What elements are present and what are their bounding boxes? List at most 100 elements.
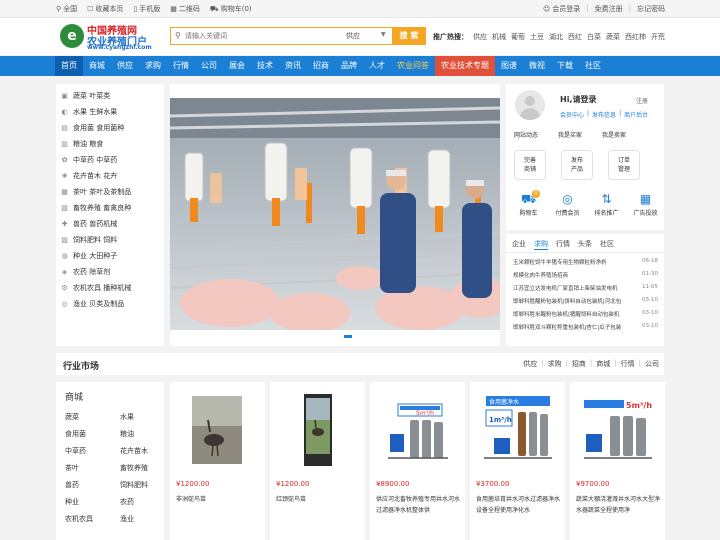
hot-keyword[interactable]: 葡萄 — [511, 32, 525, 42]
mall-category-link[interactable]: 畜牧养殖 — [120, 463, 160, 473]
category-item[interactable]: ◈ 农药 除草剂 — [56, 264, 164, 280]
nav-gallery[interactable]: 图谱 — [495, 56, 523, 76]
category-item[interactable]: ◍ 种业 大田种子 — [56, 248, 164, 264]
search-type-select[interactable]: 供应 — [346, 31, 360, 41]
news-title[interactable]: 规模化肉牛养殖场招商 — [513, 271, 629, 284]
news-title[interactable]: 邯郸科胜米醒粉包装机|猪醒饲料自动包装机 — [513, 310, 629, 323]
mall-category-link[interactable]: 农机农具 — [65, 514, 120, 524]
product-image[interactable]: 5m³/h — [580, 390, 655, 470]
nav-mall[interactable]: 商城 — [83, 56, 111, 76]
product-card[interactable]: 5m³/h ¥8900.00 供应河北畜牧养殖专用井水河水过滤器净水机整体供 — [370, 382, 465, 540]
category-item[interactable]: ✚ 兽药 兽药机械 — [56, 216, 164, 232]
product-card[interactable]: 食用菌净水 1m³/h ¥3700.00 食用菌培育井水河水过滤器净水设备全程使… — [470, 382, 565, 540]
category-item[interactable]: ▦ 茶叶 茶叶及茶制品 — [56, 184, 164, 200]
tab-enterprise[interactable]: 企业 — [512, 239, 526, 250]
product-name[interactable]: 食用菌培育井水河水过滤器净水设备全程使用净化水 — [476, 494, 560, 516]
industry-link-investment[interactable]: 招商 — [572, 359, 586, 369]
product-card[interactable]: ¥1200.00 红颈鸵鸟苗 — [270, 382, 365, 540]
product-image[interactable] — [180, 390, 255, 470]
mall-category-link[interactable]: 渔业 — [120, 514, 160, 524]
nav-brand[interactable]: 品牌 — [335, 56, 363, 76]
nav-talent[interactable]: 人才 — [363, 56, 391, 76]
hot-keyword[interactable]: 湖北 — [549, 32, 563, 42]
nav-community[interactable]: 社区 — [579, 56, 607, 76]
news-item[interactable]: 邯郸科胜醒粉包装机|饼料自动包装机|河北包 03-10 — [513, 297, 658, 310]
mall-category-link[interactable]: 食用菌 — [65, 429, 120, 439]
industry-link-company[interactable]: 公司 — [645, 359, 659, 369]
industry-link-purchase[interactable]: 求购 — [548, 359, 562, 369]
nav-qa[interactable]: 农业问答 — [391, 56, 435, 76]
seller-button[interactable]: 我是卖家 — [602, 130, 626, 139]
nav-tech-topics[interactable]: 农业技术专题 — [435, 56, 495, 76]
mall-category-link[interactable]: 水果 — [120, 412, 160, 422]
nav-company[interactable]: 公司 — [195, 56, 223, 76]
forgot-password-link[interactable]: 忘记密码 — [637, 4, 665, 14]
merchant-admin-link[interactable]: 商户后台 — [624, 110, 648, 119]
hot-keyword[interactable]: 西红柿 — [625, 32, 646, 42]
tab-market[interactable]: 行情 — [556, 239, 570, 250]
hot-keyword[interactable]: 开荒 — [651, 32, 665, 42]
product-image[interactable] — [280, 390, 355, 470]
nav-expo[interactable]: 展会 — [223, 56, 251, 76]
product-image[interactable]: 食用菌净水 1m³/h — [480, 390, 555, 470]
nav-news[interactable]: 资讯 — [279, 56, 307, 76]
news-title[interactable]: 邯郸科胜双斗颗粒称重包装机|杏仁|瓜子包装 — [513, 323, 629, 336]
mall-category-link[interactable]: 种业 — [65, 497, 120, 507]
tab-community[interactable]: 社区 — [600, 239, 614, 250]
mall-category-link[interactable]: 茶叶 — [65, 463, 120, 473]
news-title[interactable]: 江苏宜立达发电机厂家直销上柴柴油发电机 — [513, 284, 629, 297]
product-name[interactable]: 蔬菜大棚浇灌溉井水河水大型净水器蔬菜全程使用净 — [576, 494, 660, 516]
buyer-button[interactable]: 我是买家 — [558, 130, 582, 139]
product-image[interactable]: 5m³/h — [380, 390, 455, 470]
tab-purchase[interactable]: 求购 — [534, 239, 548, 250]
news-title[interactable]: 玉米颗粒饲牛羊猪专用生物颗粒粉净刹 — [513, 258, 629, 271]
category-item[interactable]: ◎ 渔业 贝类及制品 — [56, 296, 164, 312]
category-item[interactable]: ▤ 食用菌 食用菌种 — [56, 120, 164, 136]
publish-product-button[interactable]: 发布 产品 — [561, 150, 593, 180]
product-name[interactable]: 红颈鸵鸟苗 — [276, 494, 360, 505]
mall-category-link[interactable]: 饲料肥料 — [120, 480, 160, 490]
category-item[interactable]: ❀ 花卉苗木 花卉 — [56, 168, 164, 184]
product-name[interactable]: 非洲鸵鸟苗 — [176, 494, 260, 505]
industry-link-mall[interactable]: 商城 — [596, 359, 610, 369]
category-item[interactable]: ✿ 中草药 中草药 — [56, 152, 164, 168]
ranking-promo-shortcut[interactable]: ⇅ 排名推广 — [590, 192, 623, 217]
cart-shortcut[interactable]: ⛟ 0 购物车 — [512, 190, 545, 217]
nav-purchase[interactable]: 求购 — [139, 56, 167, 76]
register-link[interactable]: 免费注册 — [595, 4, 623, 14]
cart-link[interactable]: ⛟ 购物车(0) — [210, 4, 252, 14]
nav-supply[interactable]: 供应 — [111, 56, 139, 76]
news-title[interactable]: 邯郸科胜醒粉包装机|饼料自动包装机|河北包 — [513, 297, 629, 310]
hot-keyword[interactable]: 白菜 — [587, 32, 601, 42]
category-item[interactable]: ◐ 水果 生鲜水果 — [56, 104, 164, 120]
news-item[interactable]: 江苏宜立达发电机厂家直销上柴柴油发电机 11-05 — [513, 284, 658, 297]
paid-member-shortcut[interactable]: ◎ 付费会员 — [551, 192, 584, 217]
location-link[interactable]: ⚲ 全国 — [56, 4, 77, 14]
qrcode-link[interactable]: ▦ 二维码 — [170, 4, 200, 14]
nav-download[interactable]: 下载 — [551, 56, 579, 76]
site-logo[interactable]: e 中国养殖网 农业养殖门户 www.cyangzhi.com — [60, 22, 160, 52]
hot-keyword[interactable]: 土豆 — [530, 32, 544, 42]
mall-category-link[interactable]: 花卉苗木 — [120, 446, 160, 456]
industry-link-market[interactable]: 行情 — [621, 359, 635, 369]
category-item[interactable]: ▧ 畜牧养殖 畜禽良种 — [56, 200, 164, 216]
news-item[interactable]: 玉米颗粒饲牛羊猪专用生物颗粒粉净刹 06-18 — [513, 258, 658, 271]
hot-keyword[interactable]: 蔬菜 — [606, 32, 620, 42]
login-link[interactable]: ☺ 会员登录 — [543, 4, 580, 14]
avatar[interactable] — [515, 90, 545, 120]
mall-category-link[interactable]: 兽药 — [65, 480, 120, 490]
ad-placement-shortcut[interactable]: ▦ 广告投放 — [629, 192, 662, 217]
banner-image[interactable] — [170, 98, 500, 330]
news-item[interactable]: 规模化肉牛养殖场招商 01-30 — [513, 271, 658, 284]
product-card[interactable]: 5m³/h ¥9700.00 蔬菜大棚浇灌溉井水河水大型净水器蔬菜全程使用净 — [570, 382, 665, 540]
complete-shop-button[interactable]: 完善 商铺 — [514, 150, 546, 180]
tab-headline[interactable]: 头条 — [578, 239, 592, 250]
industry-link-supply[interactable]: 供应 — [523, 359, 537, 369]
nav-home[interactable]: 首页 — [55, 56, 83, 76]
nav-video[interactable]: 微视 — [523, 56, 551, 76]
register-link[interactable]: 注册 — [636, 96, 648, 105]
site-news-button[interactable]: 网站动态 — [514, 130, 538, 139]
login-greeting[interactable]: Hi,请登录 — [560, 94, 596, 105]
mall-category-link[interactable]: 农药 — [120, 497, 160, 507]
carousel-indicator[interactable] — [344, 335, 352, 338]
